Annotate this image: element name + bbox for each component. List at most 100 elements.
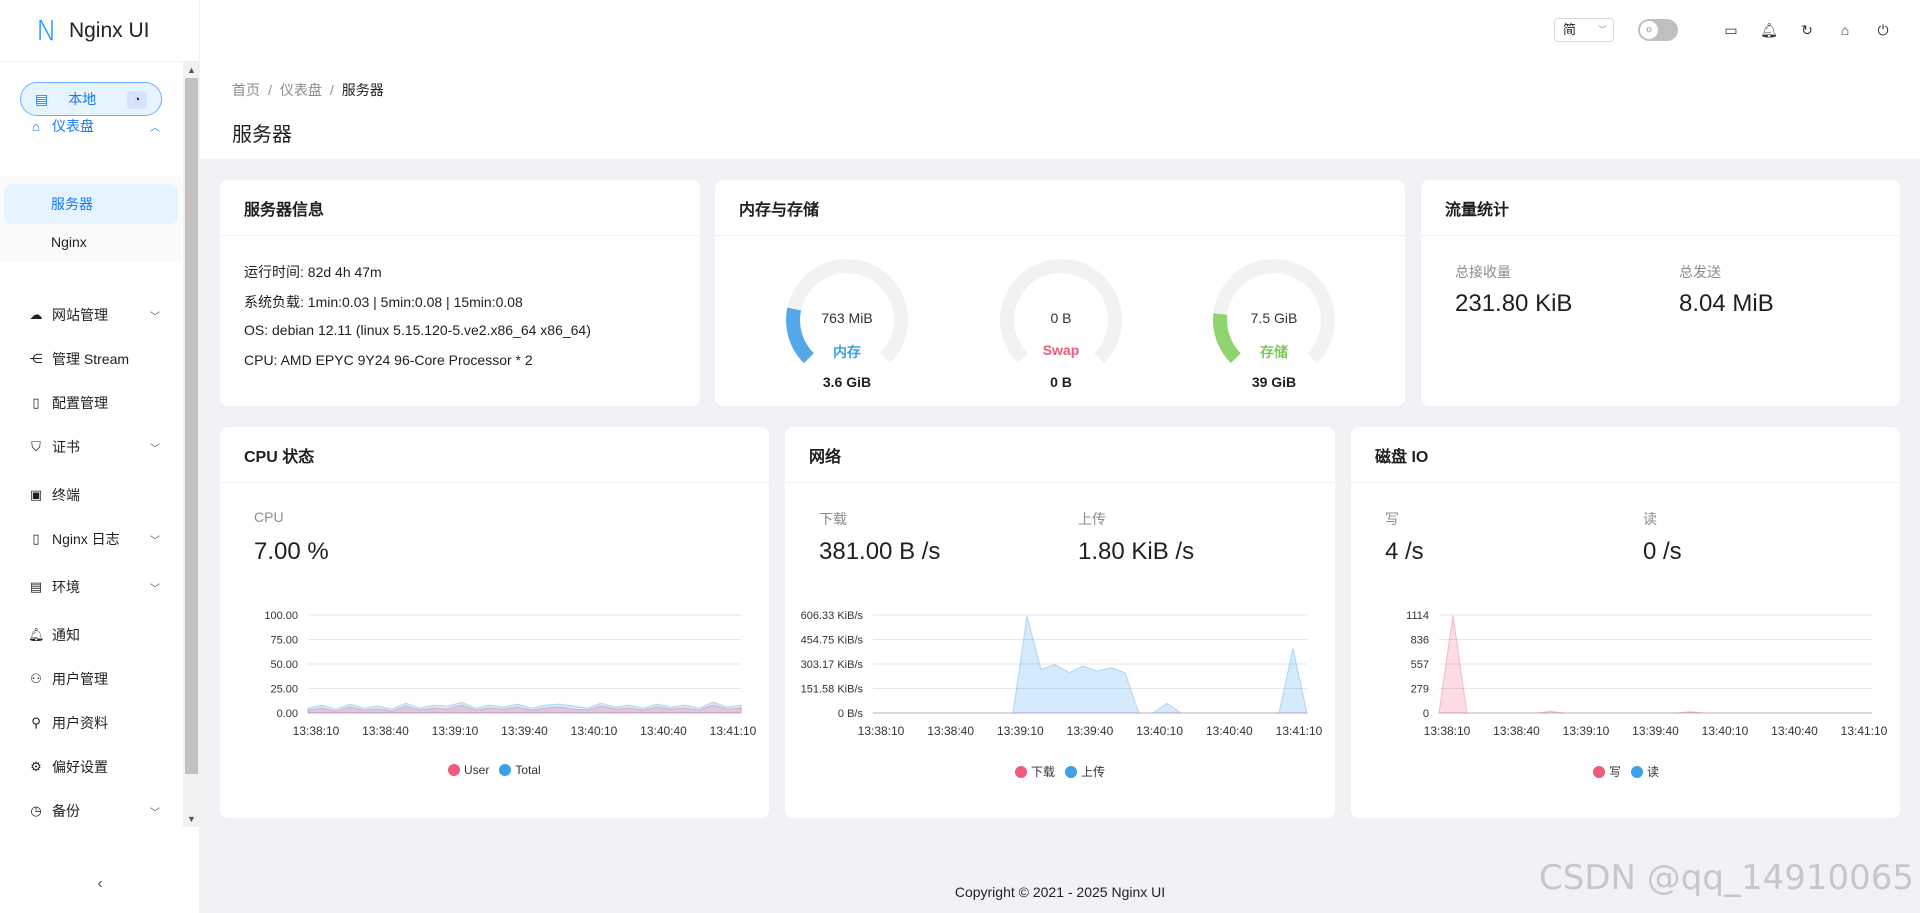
legend-item-read[interactable]: 读 <box>1631 763 1659 780</box>
sidebar-item-label: Nginx 日志 <box>52 531 120 547</box>
log-file-icon: ▯ <box>32 531 40 546</box>
breadcrumb-home[interactable]: 首页 <box>232 82 260 98</box>
language-select[interactable]: 简 ﹀ <box>1554 18 1614 42</box>
sidebar-item-label: 管理 Stream <box>52 351 130 367</box>
sidebar-scrollbar[interactable]: ▲ ▼ <box>183 62 200 827</box>
cloud-icon: ☁ <box>29 307 43 322</box>
y-tick-label: 454.75 KiB/s <box>801 635 864 647</box>
sidebar-menu: ▤ 本地 ◔ ⌂ 仪表盘 ︿ 服务器 Nginx ☁ 网站管理 ﹀ ⋲ 管理 S… <box>0 62 200 827</box>
sidebar-item-config[interactable]: ▯ 配置管理 <box>0 383 182 423</box>
gauge-total: 0 B <box>1050 374 1072 390</box>
cpu-status-card: CPU 状态 CPU 7.00 % 100.00 75.00 50.00 25.00 0… <box>220 427 769 818</box>
sidebar-item-label: 环境 <box>52 579 80 595</box>
users-icon: ⚇ <box>30 671 42 686</box>
sidebar-item-sites[interactable]: ☁ 网站管理 ﹀ <box>0 295 182 335</box>
home-icon[interactable]: ⌂ <box>1836 21 1854 39</box>
x-tick-label: 13:40:40 <box>640 724 687 738</box>
sidebar-item-nginx[interactable]: Nginx <box>4 222 178 262</box>
x-tick-label: 13:39:10 <box>997 724 1044 738</box>
sidebar-item-certificates[interactable]: ⛉ 证书 ﹀ <box>0 427 182 467</box>
legend-item-upload[interactable]: 上传 <box>1065 763 1105 780</box>
sidebar-item-label: 配置管理 <box>52 395 108 411</box>
breadcrumb-dashboard[interactable]: 仪表盘 <box>280 82 322 98</box>
chevron-down-icon: ﹀ <box>150 807 160 819</box>
legend-label: 写 <box>1609 765 1622 779</box>
sidebar-item-terminal[interactable]: ▣ 终端 <box>0 475 182 515</box>
y-tick-label: 0 B/s <box>838 708 864 720</box>
x-tick-label: 13:41:10 <box>710 724 757 738</box>
y-tick-label: 75.00 <box>270 635 298 647</box>
card-title: 磁盘 IO <box>1351 427 1900 483</box>
read-label: 读 <box>1643 511 1657 527</box>
legend-item-download[interactable]: 下载 <box>1015 763 1055 780</box>
total-received-value: 231.80 KiB <box>1455 290 1573 317</box>
sidebar-item-users[interactable]: ⚇ 用户管理 <box>0 659 182 699</box>
legend-item-total[interactable]: Total <box>499 763 541 777</box>
disk-io-card: 磁盘 IO 写 4 /s 读 0 /s 1114 836 557 279 0 13:38:… <box>1351 427 1900 818</box>
app-title: Nginx UI <box>68 18 150 42</box>
storage-gauge: 7.5 GiB 存储 39 GiB <box>1204 256 1344 390</box>
theme-toggle[interactable]: ☼ <box>1638 19 1678 41</box>
gear-icon: ⚙ <box>30 759 42 774</box>
x-tick-label: 13:38:10 <box>293 724 340 738</box>
gauge-value: 7.5 GiB <box>1250 310 1298 326</box>
x-tick-label: 13:39:40 <box>501 724 548 738</box>
y-tick-label: 279 <box>1411 684 1429 696</box>
sidebar-item-stream[interactable]: ⋲ 管理 Stream <box>0 339 182 379</box>
upload-value: 1.80 KiB /s <box>1078 538 1195 565</box>
sidebar-item-label: 终端 <box>52 487 80 503</box>
scroll-up-icon[interactable]: ▲ <box>183 62 200 78</box>
sidebar-item-backup[interactable]: ◷ 备份 ﹀ <box>0 791 182 827</box>
chevron-down-icon: ﹀ <box>150 583 160 595</box>
sidebar-item-label: 备份 <box>52 803 80 819</box>
sidebar-item-environment[interactable]: ▤ 环境 ﹀ <box>0 567 182 607</box>
reload-icon[interactable]: ↻ <box>1798 21 1816 39</box>
gauge-total: 39 GiB <box>1251 374 1297 390</box>
sidebar-item-nginx-logs[interactable]: ▯ Nginx 日志 ﹀ <box>0 519 182 559</box>
legend-label: Total <box>515 763 541 777</box>
cpu-chart: 100.00 75.00 50.00 25.00 0.00 13:38:10 13:38:4… <box>264 610 757 738</box>
sidebar-item-profile[interactable]: ⚲ 用户资料 <box>0 703 182 743</box>
terminal-icon: ▣ <box>29 487 43 502</box>
breadcrumb: 首页 / 仪表盘 / 服务器 <box>232 80 384 100</box>
header-toolbar: 简 ﹀ ☼ ▭ 🔔︎ ↻ ⌂ ⏻ <box>1554 18 1892 42</box>
gauge-value: 0 B <box>1050 310 1072 326</box>
logo[interactable]: N Nginx UI <box>0 0 199 62</box>
gauge-label: 存储 <box>1260 344 1288 360</box>
legend-item-user[interactable]: User <box>448 763 489 777</box>
legend-label: 下载 <box>1031 765 1056 779</box>
sidebar-item-preferences[interactable]: ⚙ 偏好设置 <box>0 747 182 787</box>
bell-icon[interactable]: 🔔︎ <box>1760 21 1778 39</box>
sidebar-item-label: 服务器 <box>51 196 93 212</box>
disk-legend: 写 读 <box>1593 763 1669 780</box>
legend-dot <box>1015 765 1027 778</box>
language-value: 简 <box>1563 22 1577 37</box>
y-tick-label: 303.17 KiB/s <box>801 659 864 671</box>
scrollbar-thumb[interactable] <box>185 78 198 774</box>
sidebar-item-label: 证书 <box>52 439 80 455</box>
card-title: 内存与存储 <box>715 180 1405 236</box>
x-tick-label: 13:40:10 <box>1136 724 1183 738</box>
sidebar-item-notifications[interactable]: 🔔︎ 通知 <box>0 615 182 655</box>
desktop-icon[interactable]: ▭ <box>1722 21 1740 39</box>
sidebar-item-label: 用户资料 <box>52 715 108 731</box>
scroll-down-icon[interactable]: ▼ <box>183 811 200 827</box>
y-tick-label: 0.00 <box>277 708 298 720</box>
sidebar-item-label: 通知 <box>52 627 80 643</box>
sidebar-item-dashboard[interactable]: ⌂ 仪表盘 ︿ <box>0 106 182 146</box>
legend-dot <box>499 764 512 776</box>
legend-dot <box>1631 765 1644 778</box>
network-chart: 606.33 KiB/s 454.75 KiB/s 303.17 KiB/s 151.… <box>801 610 1323 738</box>
sidebar-item-label: 偏好设置 <box>52 759 108 775</box>
legend-item-write[interactable]: 写 <box>1593 763 1621 780</box>
card-title: CPU 状态 <box>220 427 769 483</box>
cpu-label: CPU <box>254 509 284 525</box>
x-tick-label: 13:41:10 <box>1841 724 1888 738</box>
logout-icon[interactable]: ⏻ <box>1874 21 1892 39</box>
total-received-label: 总接收量 <box>1455 264 1511 280</box>
sidebar-item-server[interactable]: 服务器 <box>4 184 178 224</box>
gauge-value: 763 MiB <box>821 310 873 326</box>
collapse-sidebar-icon[interactable]: ‹ <box>0 875 200 905</box>
x-tick-label: 13:38:10 <box>1424 724 1471 738</box>
y-tick-label: 836 <box>1411 635 1429 647</box>
